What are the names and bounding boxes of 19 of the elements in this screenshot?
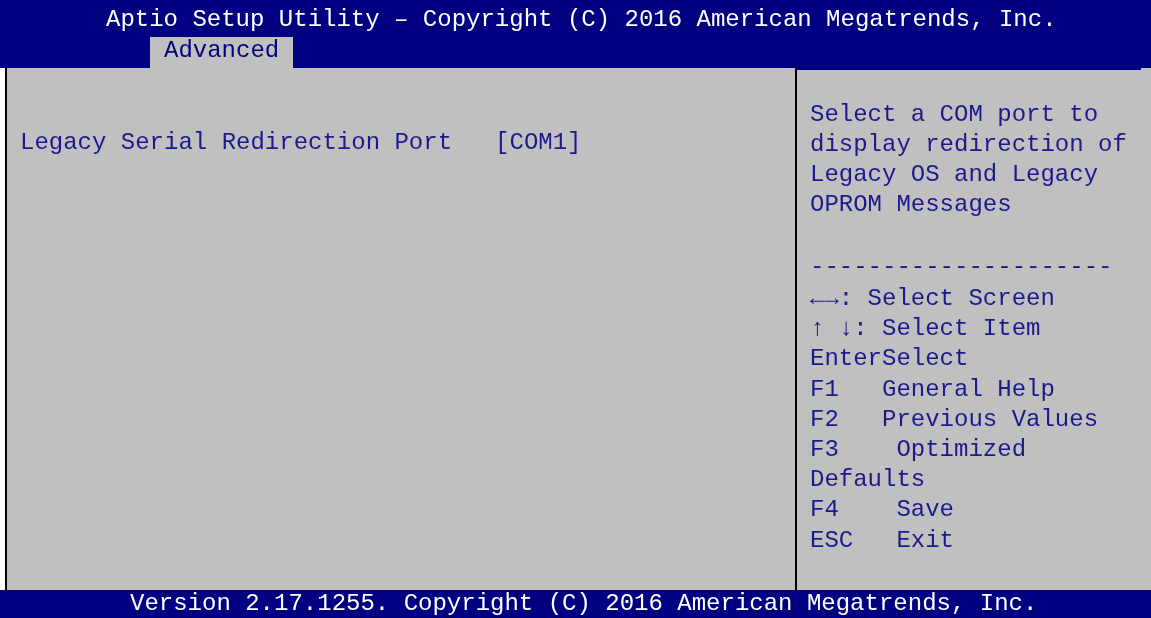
- setting-value[interactable]: [COM1]: [495, 129, 582, 156]
- key-hint: F2 Previous Values: [810, 404, 1100, 435]
- key-hint: F3 Optimized: [810, 435, 1028, 465]
- key-hint: F4 Save: [810, 495, 956, 526]
- help-text: Select a COM port to: [810, 100, 1100, 130]
- status-bar: Version 2.17.1255. Copyright (C) 2016 American Megatrends, Inc.: [0, 590, 1151, 618]
- help-text: display redirection of: [810, 130, 1128, 160]
- key-hint: F1 General Help: [810, 374, 1056, 405]
- key-hint: ←→: Select Screen: [810, 284, 1056, 314]
- help-text: Legacy OS and Legacy: [810, 160, 1100, 190]
- help-text: OPROM Messages: [810, 190, 1013, 220]
- key-hint: EnterSelect: [810, 344, 970, 375]
- key-hint: ↑ ↓: Select Item: [810, 314, 1042, 345]
- window-title: Aptio Setup Utility – Copyright (C) 2016 American Megatrends, Inc.: [105, 5, 1058, 34]
- key-hint: ESC Exit: [810, 525, 956, 556]
- menu-tab[interactable]: Advanced: [150, 37, 294, 68]
- separator-line: ---------------------: [810, 252, 1114, 282]
- setting-label: Legacy Serial Redirection Port: [20, 129, 453, 156]
- key-hint: Defaults: [810, 465, 927, 496]
